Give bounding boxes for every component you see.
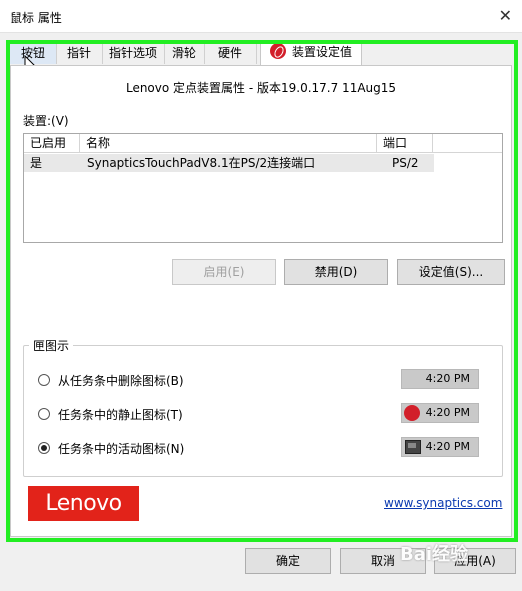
device-list-header: 已启用 名称 端口: [24, 134, 502, 153]
tray-preview: 4:20 PM: [401, 437, 479, 457]
row-enabled: 是: [30, 156, 43, 170]
radio-button[interactable]: [38, 408, 50, 420]
window-title: 鼠标 属性: [10, 11, 62, 25]
radio-active-icon[interactable]: 任务条中的活动图标(N): [38, 440, 184, 458]
column-port[interactable]: 端口: [377, 134, 433, 152]
settings-button[interactable]: 设定值(S)...: [397, 259, 505, 285]
device-list[interactable]: 已启用 名称 端口 是 SynapticsTouchPadV8.1在PS/2连接…: [23, 133, 503, 243]
watermark: Bai经验: [400, 544, 469, 565]
radio-label: 从任务条中删除图标(B): [58, 374, 184, 388]
lenovo-logo: Lenovo: [28, 486, 139, 521]
radio-button[interactable]: [38, 374, 50, 386]
radio-label: 任务条中的静止图标(T): [58, 408, 183, 422]
tray-time: 4:20 PM: [425, 440, 470, 453]
radio-static-icon[interactable]: 任务条中的静止图标(T): [38, 406, 183, 424]
tab-device-settings-label: 装置设定值: [291, 45, 352, 59]
tray-time: 4:20 PM: [425, 406, 470, 419]
column-name[interactable]: 名称: [80, 134, 377, 152]
column-enabled[interactable]: 已启用: [24, 134, 80, 152]
tab-pointer-options[interactable]: 指针选项: [102, 42, 165, 64]
synaptics-icon: [269, 43, 286, 59]
table-row[interactable]: 是 SynapticsTouchPadV8.1在PS/2连接端口 PS/2: [24, 154, 434, 172]
tray-preview: 4:20 PM: [401, 403, 479, 423]
ok-button[interactable]: 确定: [245, 548, 331, 574]
tray-time: 4:20 PM: [425, 372, 470, 385]
radio-label: 任务条中的活动图标(N): [58, 442, 185, 456]
touchpad-tray-icon: [405, 440, 421, 454]
row-port: PS/2: [392, 156, 419, 170]
tab-pointer[interactable]: 指针: [56, 42, 103, 64]
tray-preview: 4:20 PM: [401, 369, 479, 389]
radio-remove-icon[interactable]: 从任务条中删除图标(B): [38, 372, 184, 390]
close-icon[interactable]: ✕: [499, 6, 512, 25]
enable-button[interactable]: 启用(E): [172, 259, 276, 285]
driver-version-heading: Lenovo 定点装置属性 - 版本19.0.17.7 11Aug15: [125, 81, 397, 95]
tab-hardware[interactable]: 硬件: [204, 42, 257, 64]
radio-button-checked[interactable]: [38, 442, 50, 454]
synaptics-link[interactable]: www.synaptics.com: [384, 496, 502, 510]
disable-button[interactable]: 禁用(D): [284, 259, 388, 285]
title-bar: 鼠标 属性 ✕: [0, 0, 522, 33]
tab-device-settings[interactable]: 装置设定值: [260, 40, 362, 65]
tab-strip: 按钮 指针 指针选项 滑轮 硬件 装置设定值: [10, 40, 510, 66]
devices-label: 装置:(V): [23, 114, 69, 128]
synaptics-tray-icon: [404, 405, 420, 421]
row-device-name: SynapticsTouchPadV8.1在PS/2连接端口: [87, 156, 316, 170]
tab-wheel[interactable]: 滑轮: [164, 42, 205, 64]
tray-icon-group-title: 匣图示: [29, 337, 74, 354]
